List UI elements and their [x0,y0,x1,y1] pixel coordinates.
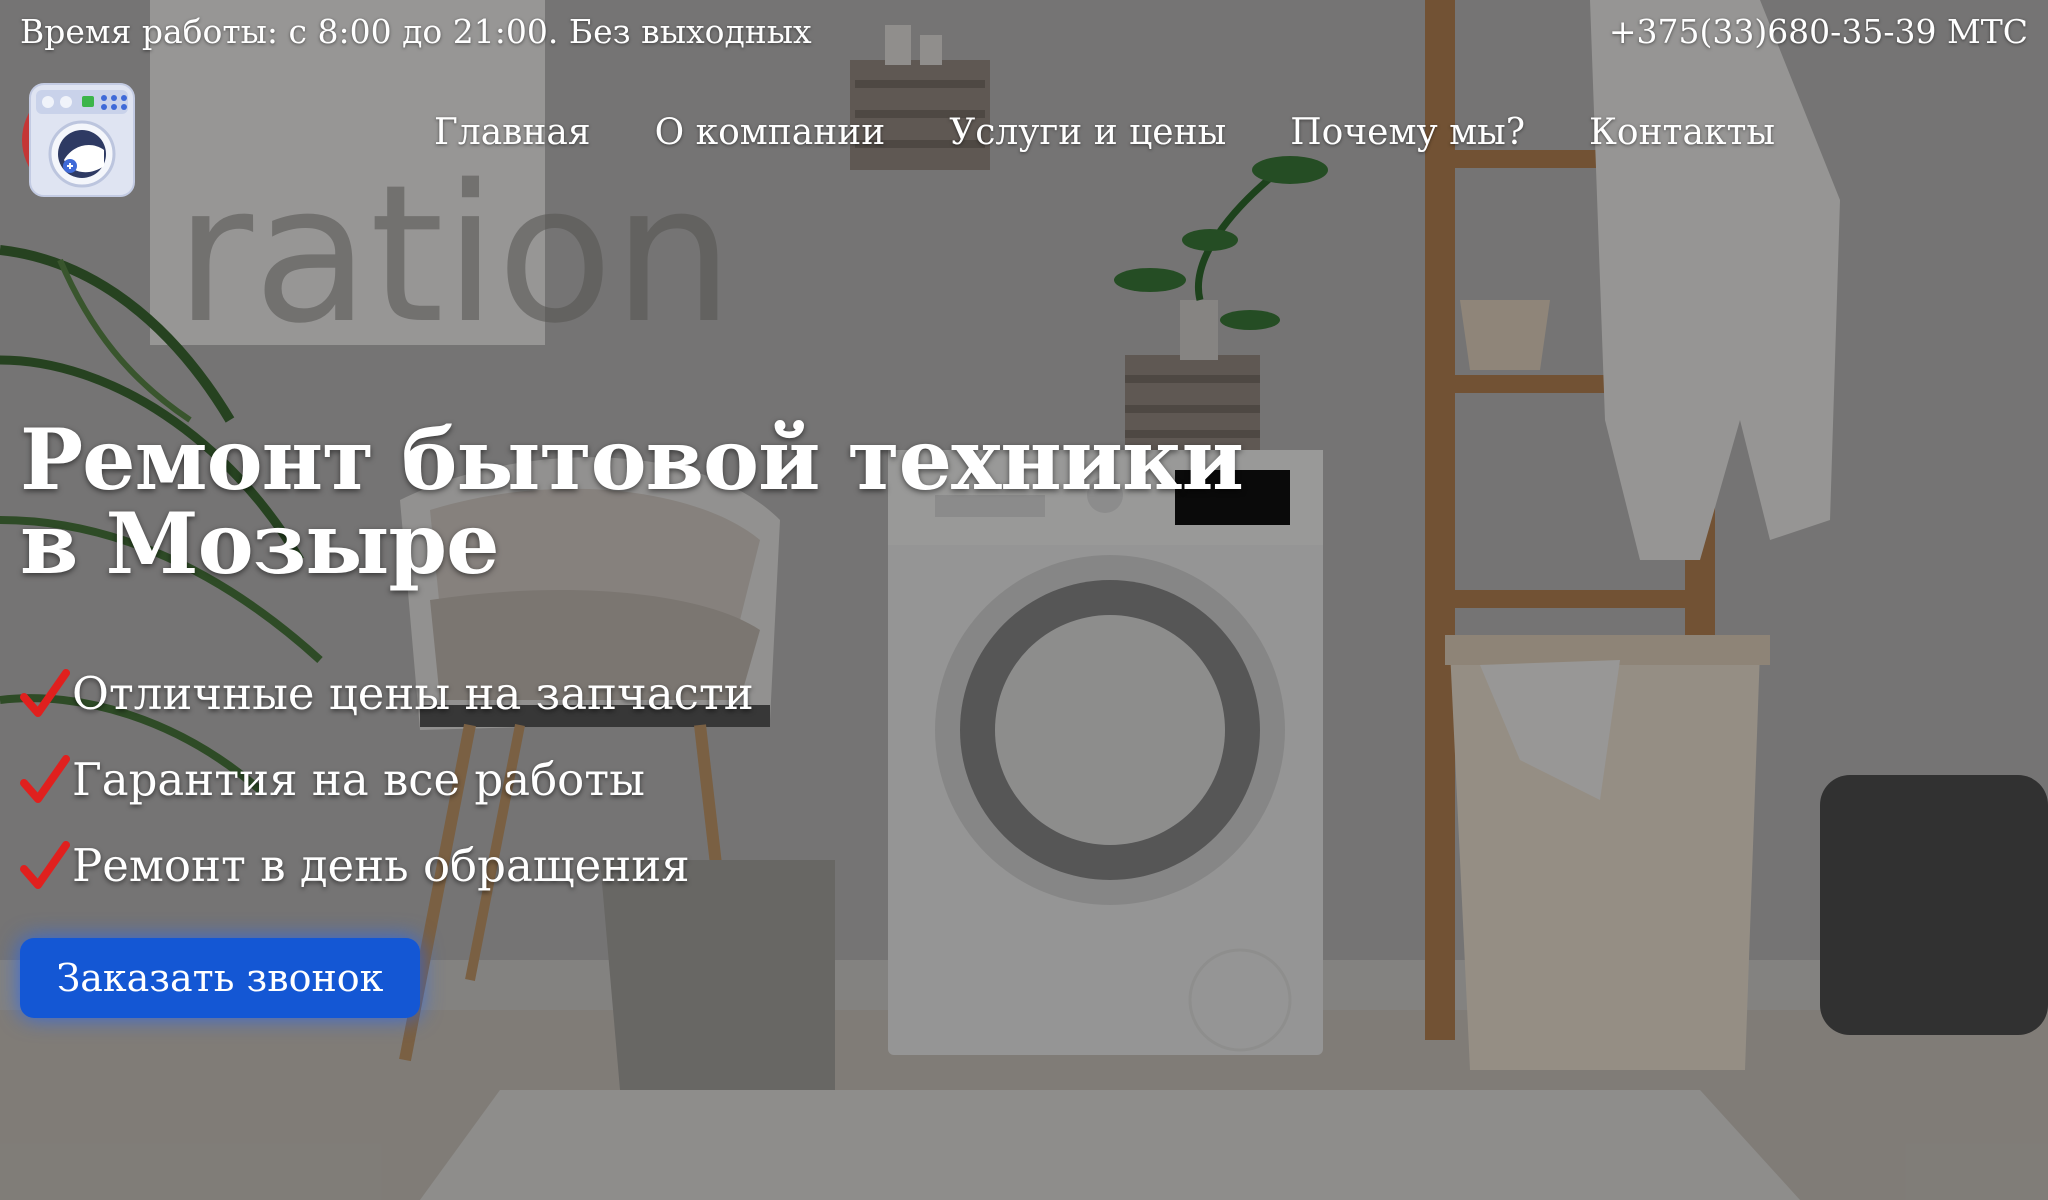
hero-title: Ремонт бытовой техники в Мозыре [20,418,1244,586]
hero-section: ration Время работы: с 8:00 до 21:00. Бе… [0,0,2048,1200]
phone-number[interactable]: +375(33)680-35-39 МТС [1609,12,2028,51]
checkmark-icon [20,755,70,803]
feature-list: Отличные цены на запчасти Гарантия на вс… [20,650,754,908]
nav-item-about[interactable]: О компании [655,112,886,153]
feature-text: Гарантия на все работы [72,752,645,806]
checkmark-icon [20,841,70,889]
background-overlay [0,0,2048,1200]
nav-item-contacts[interactable]: Контакты [1589,112,1775,153]
checkmark-icon [20,669,70,717]
working-hours: Время работы: с 8:00 до 21:00. Без выход… [20,12,812,51]
feature-text: Ремонт в день обращения [72,838,690,892]
top-info-bar: Время работы: с 8:00 до 21:00. Без выход… [20,12,2028,51]
nav-item-home[interactable]: Главная [434,112,591,153]
nav-item-why-us[interactable]: Почему мы? [1290,112,1525,153]
main-navigation: Главная О компании Услуги и цены Почему … [434,112,1775,153]
logo[interactable] [20,80,140,200]
feature-item: Отличные цены на запчасти [20,650,754,736]
feature-item: Ремонт в день обращения [20,822,754,908]
feature-item: Гарантия на все работы [20,736,754,822]
request-call-button[interactable]: Заказать звонок [20,938,420,1018]
feature-text: Отличные цены на запчасти [72,666,754,720]
nav-item-services[interactable]: Услуги и цены [949,112,1226,153]
hero-title-line-2: в Мозыре [20,494,500,593]
washing-machine-icon [22,83,135,197]
